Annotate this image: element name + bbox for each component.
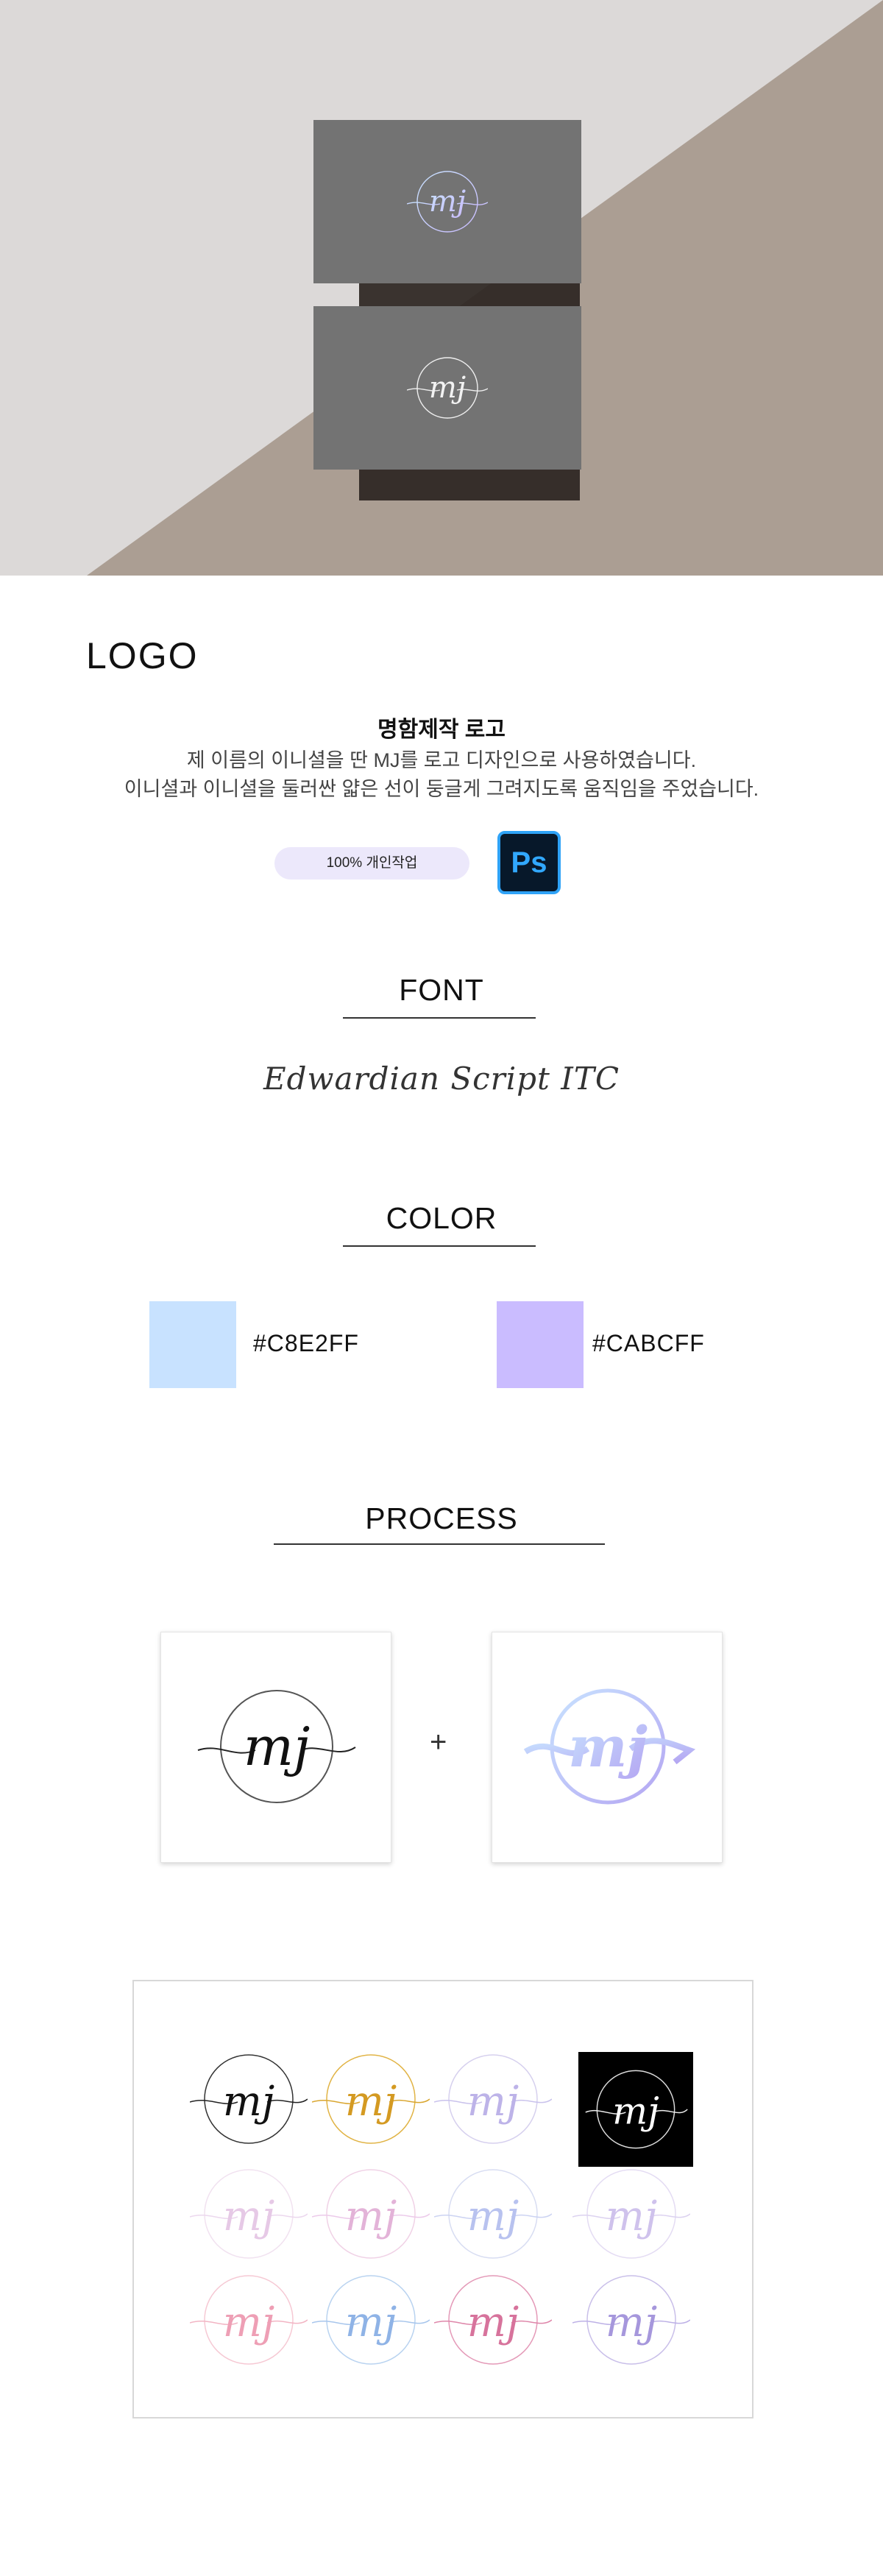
logo-variant-lavender: mj: [433, 2040, 553, 2158]
logo-variant-inverted: mj: [578, 2052, 693, 2167]
business-card-top: mj: [313, 120, 581, 283]
logo-section-title: LOGO: [86, 635, 199, 676]
process-step-outline-logo: mj: [160, 1632, 391, 1863]
svg-text:mj: mj: [345, 2299, 397, 2346]
svg-text:mj: mj: [244, 1716, 311, 1777]
personal-work-badge: 100% 개인작업: [274, 847, 469, 880]
business-card-bottom: mj: [313, 306, 581, 470]
logo-variant-pale-pink: mj: [189, 2155, 308, 2273]
color-swatch-light-blue: [149, 1301, 236, 1388]
logo-variations-panel: mj mj mj mj mj mj mj mj mj mj mj mj: [132, 1980, 753, 2418]
process-plus-sign: +: [430, 1726, 447, 1758]
logo-variant-lilac: mj: [572, 2155, 691, 2273]
logo-variant-periwinkle: mj: [433, 2155, 553, 2273]
font-name: Edwardian Script ITC: [263, 1061, 620, 1097]
svg-text:mj: mj: [429, 185, 466, 219]
mj-logo-mark: mj: [407, 171, 488, 233]
font-section-title: FONT: [399, 973, 484, 1007]
font-title-underline: [343, 1017, 536, 1019]
logo-variant-sky-blue: mj: [311, 2261, 430, 2379]
hero-mockup: mj mj: [0, 0, 883, 576]
intro-heading: 명함제작 로고: [377, 718, 506, 742]
svg-text:mj: mj: [429, 371, 466, 405]
svg-text:mj: mj: [606, 2299, 657, 2346]
svg-text:mj: mj: [223, 2193, 274, 2240]
process-step-gradient-logo: mj: [492, 1632, 723, 1863]
svg-text:mj: mj: [345, 2078, 397, 2126]
color-section-title: COLOR: [386, 1201, 497, 1235]
mj-gradient-logo: mj: [523, 1688, 696, 1805]
logo-variant-pink: mj: [311, 2155, 430, 2273]
logo-variant-black: mj: [189, 2040, 308, 2158]
svg-text:mj: mj: [467, 2078, 519, 2126]
svg-text:mj: mj: [345, 2193, 397, 2240]
hero-background: [0, 0, 883, 576]
svg-text:mj: mj: [223, 2299, 274, 2346]
svg-text:mj: mj: [467, 2299, 519, 2346]
svg-text:mj: mj: [223, 2078, 274, 2126]
color-hex-label: #C8E2FF: [253, 1330, 359, 1356]
logo-variant-magenta: mj: [433, 2261, 553, 2379]
mj-logo-mark: mj: [197, 1690, 356, 1803]
svg-text:mj: mj: [467, 2193, 519, 2240]
svg-text:mj: mj: [612, 2090, 659, 2133]
intro-line-1: 제 이름의 이니셜을 딴 MJ를 로고 디자인으로 사용하였습니다.: [186, 749, 697, 771]
svg-text:mj: mj: [568, 1714, 648, 1780]
logo-variant-gold: mj: [311, 2040, 430, 2158]
process-section-title: PROCESS: [365, 1501, 518, 1535]
color-hex-label: #CABCFF: [592, 1330, 705, 1356]
logo-variant-violet: mj: [572, 2261, 691, 2379]
mj-logo-mark: mj: [407, 357, 488, 419]
logo-variant-rose: mj: [189, 2261, 308, 2379]
intro-line-2: 이니셜과 이니셜을 둘러싼 얇은 선이 둥글게 그려지도록 움직임을 주었습니다…: [124, 778, 759, 800]
svg-text:mj: mj: [606, 2193, 657, 2240]
process-title-underline: [274, 1543, 605, 1545]
photoshop-icon: Ps: [497, 831, 561, 894]
color-title-underline: [343, 1245, 536, 1247]
color-swatch-lavender: [497, 1301, 584, 1388]
